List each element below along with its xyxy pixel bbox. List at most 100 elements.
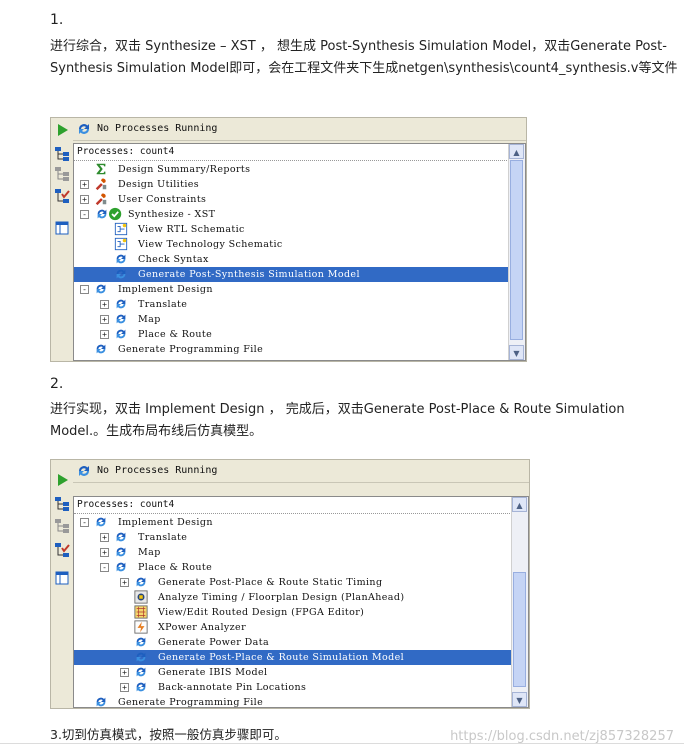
expand-icon[interactable]: + [120, 668, 129, 677]
expand-icon[interactable]: + [80, 195, 89, 204]
expand-icon[interactable]: + [100, 315, 109, 324]
hierarchy-icon[interactable] [54, 146, 70, 162]
sigma-icon [94, 162, 108, 176]
tree-row[interactable]: Generate Power Data [74, 635, 512, 650]
tree-row-label: Generate Post-Place & Route Simulation M… [158, 652, 405, 663]
expand-icon[interactable]: + [100, 300, 109, 309]
expand-icon[interactable]: + [100, 548, 109, 557]
refresh-icon [79, 124, 89, 134]
run-icon[interactable] [54, 472, 70, 488]
tree-row[interactable]: + Translate [74, 530, 512, 545]
step2-number: 2. [50, 376, 64, 392]
tree-row-label: Design Utilities [118, 179, 200, 190]
tree-row-label: Back-annotate Pin Locations [158, 682, 307, 693]
process-status-text: No Processes Running [97, 465, 218, 476]
fpga-editor-icon [134, 605, 148, 619]
hierarchy-gray-icon[interactable] [54, 166, 70, 182]
refresh-icon [134, 665, 148, 679]
tree-row[interactable]: Design Summary/Reports [74, 162, 509, 177]
tree-row[interactable]: + Design Utilities [74, 177, 509, 192]
refresh-icon [114, 530, 128, 544]
tree-row[interactable]: Generate Programming File [74, 342, 509, 357]
scroll-down-icon[interactable]: ▼ [509, 345, 524, 360]
tree-row[interactable]: View/Edit Routed Design (FPGA Editor) [74, 605, 512, 620]
tree-row-label: Generate Programming File [118, 697, 264, 707]
process-tree: - Implement Design + Translate + Map - Place & … [74, 514, 512, 707]
tree-row-label: Generate Programming File [118, 344, 264, 355]
xpower-icon [134, 620, 148, 634]
processes-header: Processes: count4 [74, 497, 512, 514]
tree-row[interactable]: Generate Post-Place & Route Simulation M… [74, 650, 512, 665]
processes-panel-1: No Processes Running Processes: count4 D… [50, 117, 527, 362]
tree-row-label: Design Summary/Reports [118, 164, 251, 175]
tree-row-label: Place & Route [138, 329, 213, 340]
hierarchy-check-icon[interactable] [54, 188, 70, 204]
scroll-down-icon[interactable]: ▼ [512, 692, 527, 707]
vertical-scrollbar[interactable]: ▲ ▼ [511, 497, 528, 707]
hierarchy-check-icon[interactable] [54, 542, 70, 558]
step1-number: 1. [50, 12, 64, 28]
collapse-icon[interactable]: - [100, 563, 109, 572]
tree-row[interactable]: Check Syntax [74, 252, 509, 267]
tree-row-label: Analyze Timing / Floorplan Design (PlanA… [158, 592, 405, 603]
tree-row[interactable]: XPower Analyzer [74, 620, 512, 635]
tree-row-label: Implement Design [118, 284, 213, 295]
collapse-icon[interactable]: - [80, 210, 89, 219]
scroll-up-icon[interactable]: ▲ [509, 144, 524, 159]
tree-row[interactable]: Analyze Timing / Floorplan Design (PlanA… [74, 590, 512, 605]
collapse-icon[interactable]: - [80, 285, 89, 294]
tree-row[interactable]: Generate Programming File [74, 695, 512, 707]
hierarchy-icon[interactable] [54, 496, 70, 512]
tree-row[interactable]: Generate Post-Synthesis Simulation Model [74, 267, 509, 282]
tree-row-label: Synthesize - XST [128, 209, 216, 220]
tree-row-label: Generate Power Data [158, 637, 270, 648]
refresh-icon [94, 282, 108, 296]
tree-row[interactable]: - Synthesize - XST [74, 207, 509, 222]
run-icon[interactable] [54, 122, 70, 138]
expand-icon[interactable]: + [120, 578, 129, 587]
scroll-thumb[interactable] [513, 572, 526, 687]
tree-row-label: Check Syntax [138, 254, 209, 265]
expand-icon[interactable]: + [120, 683, 129, 692]
window-icon[interactable] [54, 570, 70, 586]
tree-row[interactable]: + User Constraints [74, 192, 509, 207]
refresh-icon [94, 515, 108, 529]
panel-toolbar [51, 118, 73, 361]
tree-row-label: Implement Design [118, 517, 213, 528]
refresh-icon [94, 695, 108, 707]
tree-row[interactable]: + Place & Route [74, 327, 509, 342]
tree-row[interactable]: + Generate Post-Place & Route Static Timi… [74, 575, 512, 590]
tree-row-label: View Technology Schematic [138, 239, 283, 250]
process-tree: Design Summary/Reports + Design Utilities +… [74, 161, 509, 360]
step1-text: 进行综合，双击 Synthesize – XST ， 想生成 Post-Synt… [50, 39, 678, 76]
expand-icon[interactable]: + [100, 330, 109, 339]
expand-icon[interactable]: + [100, 533, 109, 542]
processes-box: Processes: count4 - Implement Design + Tran… [73, 496, 529, 708]
tree-row-label: View/Edit Routed Design (FPGA Editor) [158, 607, 365, 618]
collapse-icon[interactable]: - [80, 518, 89, 527]
window-icon[interactable] [54, 220, 70, 236]
tree-row[interactable]: View RTL Schematic [74, 222, 509, 237]
tree-row[interactable]: View Technology Schematic [74, 237, 509, 252]
tree-row-label: User Constraints [118, 194, 207, 205]
tree-row[interactable]: + Map [74, 312, 509, 327]
tree-row[interactable]: + Generate IBIS Model [74, 665, 512, 680]
refresh-check-icon [94, 207, 124, 221]
process-status-bar: No Processes Running [73, 460, 529, 483]
tree-row-label: Map [138, 314, 161, 325]
processes-box: Processes: count4 Design Summary/Reports… [73, 143, 526, 361]
refresh-icon [114, 312, 128, 326]
tree-row[interactable]: + Back-annotate Pin Locations [74, 680, 512, 695]
scroll-up-icon[interactable]: ▲ [512, 497, 527, 512]
tree-row[interactable]: - Implement Design [74, 515, 512, 530]
expand-icon[interactable]: + [80, 180, 89, 189]
schematic-icon [114, 237, 128, 251]
tree-row[interactable]: - Place & Route [74, 560, 512, 575]
scroll-thumb[interactable] [510, 160, 523, 340]
vertical-scrollbar[interactable]: ▲ ▼ [508, 144, 525, 360]
tree-row[interactable]: + Map [74, 545, 512, 560]
tree-row[interactable]: - Implement Design [74, 282, 509, 297]
tree-row[interactable]: + Translate [74, 297, 509, 312]
hierarchy-gray-icon[interactable] [54, 518, 70, 534]
tree-row-label: Translate [138, 299, 188, 310]
